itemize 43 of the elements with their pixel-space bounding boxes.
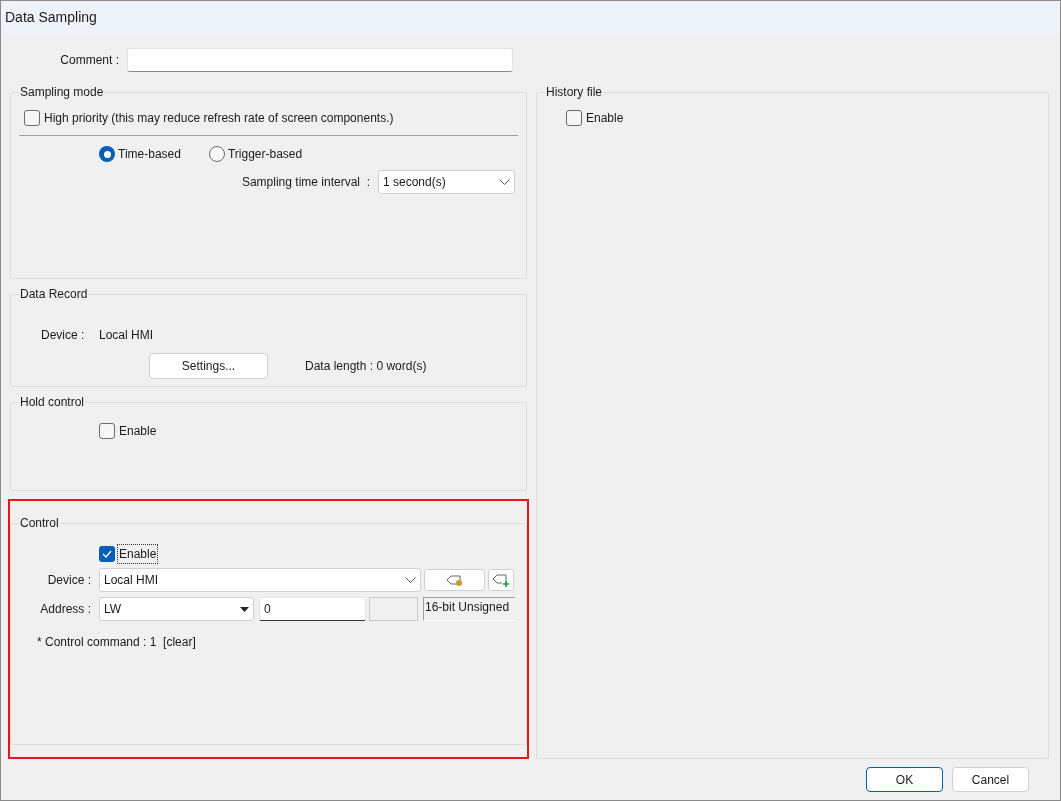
caret-icon <box>240 606 249 612</box>
checkbox[interactable] <box>24 110 40 126</box>
device-value: Local HMI <box>99 327 154 344</box>
device-label: Device : <box>41 327 86 344</box>
group-title: Sampling mode <box>19 84 105 101</box>
checkbox-label: High priority (this may reduce refresh rate of screen components.) <box>43 110 395 127</box>
group-title: History file <box>545 84 603 101</box>
add-tag-button[interactable] <box>488 569 514 591</box>
radio-label: Time-based <box>118 146 181 163</box>
add-tag-icon <box>492 573 510 587</box>
group-title: Data Record <box>19 286 89 303</box>
checkbox-label: Enable <box>118 545 158 563</box>
dialog-button[interactable]: Cancel <box>952 767 1029 792</box>
group-title: Control <box>19 515 60 532</box>
device-dropdown[interactable]: Local HMI <box>99 568 421 592</box>
blank-field <box>369 597 418 621</box>
address-type-dropdown[interactable]: LW <box>99 597 254 621</box>
checkbox[interactable] <box>99 423 115 439</box>
checkbox[interactable] <box>566 110 582 126</box>
comment-label: Comment : <box>59 52 120 69</box>
data-length-text: Data length : 0 word(s) <box>305 358 427 375</box>
checkbox[interactable] <box>99 546 115 562</box>
address-label: Address : <box>39 601 92 618</box>
radio-button[interactable] <box>208 146 225 162</box>
tag-icon <box>445 573 464 587</box>
interval-dropdown[interactable]: 1 second(s) <box>378 170 515 194</box>
interval-label: Sampling time interval : <box>241 174 370 191</box>
radio-button[interactable] <box>99 146 115 162</box>
group-title: Hold control <box>19 394 86 411</box>
chevron-down-icon <box>499 179 510 185</box>
data-type-field: 16-bit Unsigned <box>423 597 515 621</box>
checkbox-label: Enable <box>118 423 158 440</box>
device-label: Device : <box>46 572 92 589</box>
check-icon <box>102 550 112 558</box>
control-command-text: * Control command : 1 [clear] <box>37 634 197 651</box>
radio-label: Trigger-based <box>227 146 303 163</box>
chevron-down-icon <box>405 577 416 583</box>
checkbox-label: Enable <box>585 110 625 127</box>
comment-field[interactable] <box>127 48 513 72</box>
dialog-button[interactable]: OK <box>866 767 943 792</box>
address-field[interactable]: 0 <box>259 597 366 621</box>
settings-button[interactable]: Settings... <box>149 353 268 379</box>
window-title: Data Sampling <box>5 7 97 27</box>
